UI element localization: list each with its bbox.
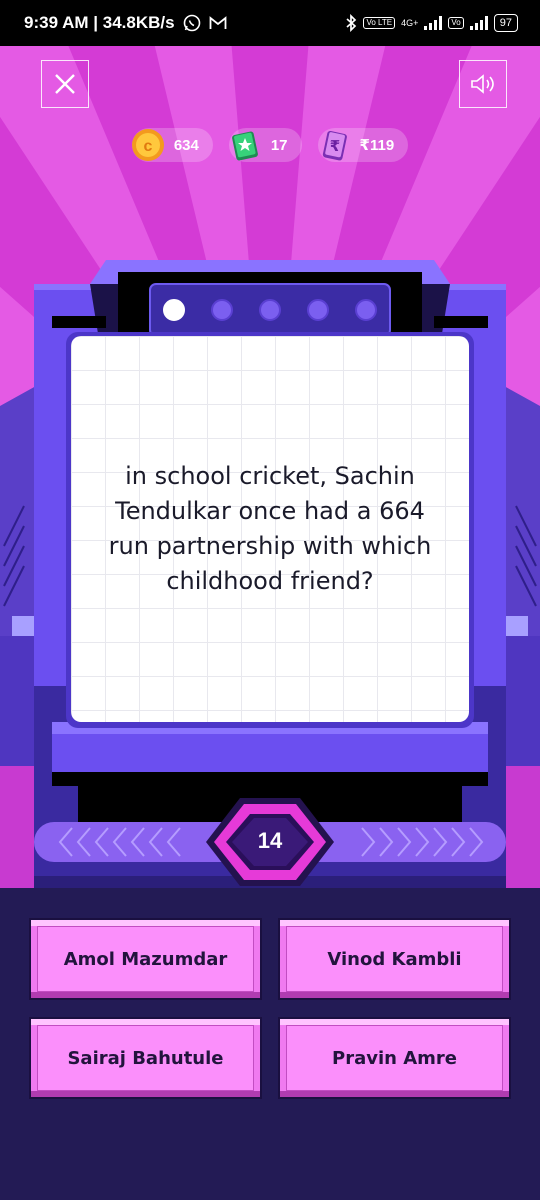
answer-label: Amol Mazumdar: [63, 948, 228, 970]
answer-label: Pravin Amre: [332, 1047, 457, 1069]
network-type: 4G+: [401, 18, 419, 28]
progress-dot: [355, 299, 377, 321]
signal-icon: [424, 16, 443, 30]
status-time-speed: 9:39 AM | 34.8KB/s: [24, 13, 175, 32]
volte-badge-2: Vo: [448, 17, 464, 29]
countdown-timer: 14: [220, 800, 320, 882]
status-bar: 9:39 AM | 34.8KB/s Vo LTE 4G+ Vo 97: [0, 0, 540, 46]
progress-dot: [211, 299, 233, 321]
gmail-icon: [209, 16, 227, 30]
signal-icon-2: [469, 16, 488, 30]
progress-dot: [307, 299, 329, 321]
answer-option-4[interactable]: Pravin Amre: [278, 1017, 511, 1099]
answers-panel: Amol Mazumdar Vinod Kambli Sairaj Bahutu…: [0, 888, 540, 1200]
question-card: in school cricket, Sachin Tendulkar once…: [71, 336, 469, 722]
volte-badge: Vo LTE: [363, 17, 396, 29]
answer-option-3[interactable]: Sairaj Bahutule: [29, 1017, 262, 1099]
timer-seconds: 14: [257, 828, 283, 853]
question-text: in school cricket, Sachin Tendulkar once…: [108, 462, 432, 595]
progress-dot: [259, 299, 281, 321]
answer-option-1[interactable]: Amol Mazumdar: [29, 918, 262, 1000]
bluetooth-icon: [345, 14, 357, 32]
whatsapp-icon: [183, 14, 201, 32]
answer-option-2[interactable]: Vinod Kambli: [278, 918, 511, 1000]
answer-label: Sairaj Bahutule: [67, 1047, 224, 1069]
game-area: c 634 17 ₹ ₹119 in school cricket, Sachi…: [0, 46, 540, 888]
progress-dot: [163, 299, 185, 321]
question-progress: [150, 284, 390, 336]
answer-label: Vinod Kambli: [327, 948, 462, 970]
battery-icon: 97: [493, 14, 518, 32]
